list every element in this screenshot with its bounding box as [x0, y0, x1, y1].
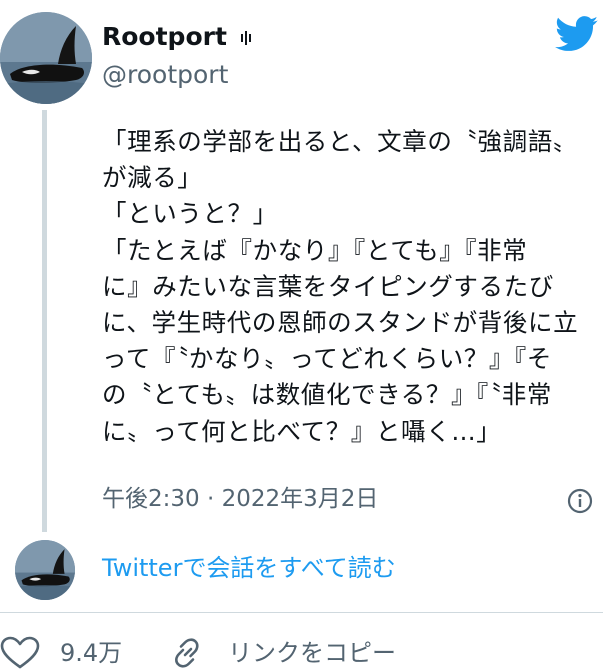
tweet-line: の〝とても〟は数値化できる？』『〝非常 [102, 380, 552, 410]
divider [0, 612, 603, 613]
orca-avatar-image [15, 540, 75, 600]
action-row: 9.4万 リンクをコピー [0, 630, 615, 672]
tweet-timestamp[interactable]: 午後2:30 · 2022年3月2日 [102, 482, 378, 516]
display-name-row[interactable]: Rootport [102, 20, 252, 54]
tweet-text: 「理系の学部を出ると、文章の〝強調語〟 が減る」 「というと？」 「たとえば『か… [102, 124, 602, 450]
link-icon[interactable] [168, 634, 206, 672]
tweet-line: に〟って何と比べて？』と囁く…」 [102, 416, 502, 446]
tweet-line: 「たとえば『かなり』『とても』『非常 [102, 235, 528, 265]
tweet-line: に、学生時代の恩師のスタンドが背後に立 [102, 308, 579, 338]
info-icon[interactable] [567, 488, 593, 514]
orca-avatar-image [0, 12, 92, 104]
username[interactable]: @rootport [102, 58, 228, 92]
tweet-line: 「というと？」 [102, 199, 278, 229]
author-avatar-small[interactable] [15, 540, 75, 600]
tweet-line: に』みたいな言葉をタイピングするたび [102, 271, 554, 301]
heart-icon[interactable] [0, 636, 40, 670]
tweet-line: 「理系の学部を出ると、文章の〝強調語〟 [102, 127, 578, 156]
copy-link-button[interactable]: リンクをコピー [228, 636, 396, 670]
read-conversation-link[interactable]: Twitterで会話をすべて読む [102, 551, 396, 585]
tweet-line: が減る」 [102, 163, 203, 193]
badge-icon [240, 31, 251, 45]
display-name[interactable]: Rootport [102, 22, 227, 51]
twitter-bird-icon[interactable] [555, 16, 599, 52]
tweet-line: って『〝かなり〟ってどれくらい？』『そ [102, 344, 552, 374]
author-avatar[interactable] [0, 12, 92, 104]
thread-line [42, 110, 47, 532]
like-count[interactable]: 9.4万 [60, 636, 122, 670]
